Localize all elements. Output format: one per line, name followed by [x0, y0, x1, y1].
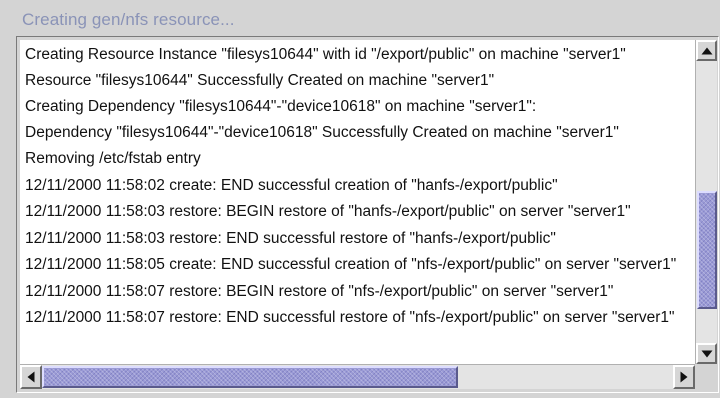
- vertical-scroll-thumb[interactable]: [697, 190, 717, 310]
- scroll-down-button[interactable]: [696, 343, 717, 364]
- scrollbar-corner: [695, 364, 717, 389]
- log-line: 12/11/2000 11:58:02 create: END successf…: [25, 177, 558, 194]
- arrow-down-icon: [701, 350, 712, 357]
- horizontal-scrollbar[interactable]: [20, 364, 695, 389]
- resource-creation-window: Creating gen/nfs resource... Creating Re…: [0, 0, 720, 398]
- log-line: 12/11/2000 11:58:05 create: END successf…: [25, 256, 677, 273]
- vertical-scrollbar[interactable]: [695, 40, 717, 364]
- panel-title: Creating gen/nfs resource...: [22, 10, 235, 29]
- log-line: Dependency "filesys10644"-"device10618" …: [25, 124, 619, 141]
- log-line: Removing /etc/fstab entry: [25, 150, 201, 167]
- log-line: 12/11/2000 11:58:03 restore: BEGIN resto…: [25, 203, 631, 220]
- arrow-right-icon: [680, 371, 688, 383]
- log-output-area[interactable]: Creating Resource Instance "filesys10644…: [20, 40, 695, 364]
- log-line: Creating Resource Instance "filesys10644…: [25, 46, 626, 63]
- arrow-up-icon: [701, 47, 712, 54]
- log-line: 12/11/2000 11:58:07 restore: END success…: [25, 309, 675, 326]
- scroll-up-button[interactable]: [696, 40, 717, 61]
- scroll-left-button[interactable]: [20, 365, 42, 389]
- horizontal-scroll-thumb[interactable]: [42, 366, 459, 388]
- log-line: 12/11/2000 11:58:03 restore: END success…: [25, 230, 556, 247]
- log-line: Resource "filesys10644" Successfully Cre…: [25, 72, 495, 89]
- log-line: 12/11/2000 11:58:07 restore: BEGIN resto…: [25, 283, 614, 300]
- scroll-right-button[interactable]: [673, 365, 695, 389]
- arrow-left-icon: [27, 371, 35, 383]
- log-line: Creating Dependency "filesys10644"-"devi…: [25, 98, 537, 115]
